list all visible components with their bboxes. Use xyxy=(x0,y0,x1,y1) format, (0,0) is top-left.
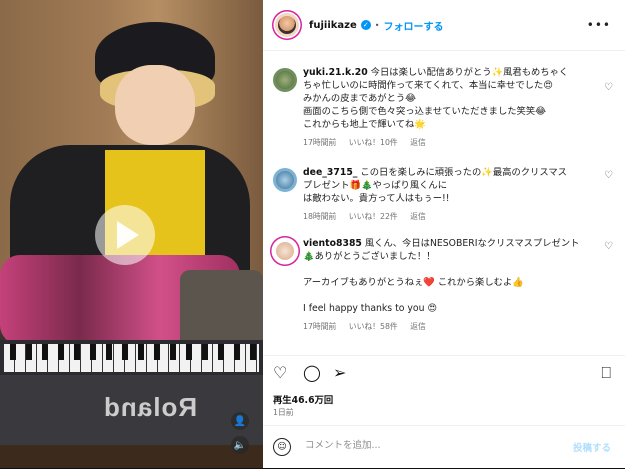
commenter-avatar[interactable] xyxy=(273,168,297,192)
comment-time: 17時間前 xyxy=(303,322,337,331)
commenter-username[interactable]: dee_3715_ xyxy=(303,167,357,178)
share-icon[interactable]: ➢ xyxy=(333,363,346,382)
like-icon[interactable]: ♡ xyxy=(273,363,287,382)
comment-text: 今日は楽しい配信ありがとう✨風君もめちゃく xyxy=(370,67,569,78)
comment-body: dee_3715_ この日を楽しみに頑張ったの✨最高のクリスマス プレゼント🎁🎄… xyxy=(303,166,593,223)
comment-meta: 18時間前 いいね！22件 返信 xyxy=(303,210,593,223)
comment-text: これからも地上で輝いてね🌟 xyxy=(303,119,426,130)
comment-body: yuki.21.k.20 今日は楽しい配信ありがとう✨風君もめちゃく ちゃ忙しい… xyxy=(303,66,593,149)
video-cushion xyxy=(180,270,263,350)
view-count[interactable]: 再生46.6万回 xyxy=(273,392,333,406)
more-options-icon[interactable]: ••• xyxy=(587,18,611,32)
commenter-avatar[interactable] xyxy=(273,68,297,92)
emoji-icon[interactable]: ☺ xyxy=(273,438,291,456)
video-floor xyxy=(0,445,263,468)
comment-likes[interactable]: いいね！10件 xyxy=(349,138,398,147)
comment-text: 画面のこちら側で色々突っ込ませていただきました笑笑😂 xyxy=(303,106,547,117)
video-black-keys xyxy=(10,344,260,360)
comment-text: みかんの皮まであがとう😂 xyxy=(303,93,417,104)
comment-text: 🎄ありがとうございました！！ xyxy=(303,251,436,262)
comment-time: 18時間前 xyxy=(303,212,337,221)
post-header: fujiikaze ✓ • フォローする ••• xyxy=(263,0,625,51)
comment-meta: 17時間前 いいね！10件 返信 xyxy=(303,136,593,149)
commenter-username[interactable]: viento8385 xyxy=(303,238,362,249)
reply-button[interactable]: 返信 xyxy=(410,138,426,147)
like-comment-icon[interactable]: ♡ xyxy=(604,241,613,252)
like-comment-icon[interactable]: ♡ xyxy=(604,170,613,181)
follow-button[interactable]: フォローする xyxy=(383,18,443,33)
comment-text: ちゃ忙しいのに時間作って来てくれて、本当に幸せでした😍 xyxy=(303,80,553,91)
commenter-avatar[interactable] xyxy=(273,239,297,263)
play-icon xyxy=(117,221,139,249)
like-comment-icon[interactable]: ♡ xyxy=(604,82,613,93)
video-brand-logo: Roland xyxy=(103,392,198,422)
comment-text: アーカイブもありがとうねぇ❤️ これから楽しむよ👍 xyxy=(303,277,524,288)
author-avatar[interactable] xyxy=(275,13,299,37)
bookmark-icon[interactable]: ⎕ xyxy=(601,363,611,383)
video-player[interactable]: Roland 🔈 👤 xyxy=(0,0,263,468)
video-face xyxy=(115,65,195,145)
comment-meta: 17時間前 いいね！58件 返信 xyxy=(303,320,593,333)
reply-button[interactable]: 返信 xyxy=(410,212,426,221)
comment-likes[interactable]: いいね！22件 xyxy=(349,212,398,221)
comment-text: プレゼント🎁🎄やっぱり風くんに xyxy=(303,180,448,191)
play-button[interactable] xyxy=(95,205,155,265)
separator-dot: • xyxy=(374,20,380,30)
reply-button[interactable]: 返信 xyxy=(410,322,426,331)
comment-text: I feel happy thanks to you 😍 xyxy=(303,303,438,314)
comment-input[interactable] xyxy=(303,439,547,452)
comment-likes[interactable]: いいね！58件 xyxy=(349,322,398,331)
post-time[interactable]: 1日前 xyxy=(273,407,294,418)
verified-icon: ✓ xyxy=(360,20,371,30)
comment-list[interactable]: yuki.21.k.20 今日は楽しい配信ありがとう✨風君もめちゃく ちゃ忙しい… xyxy=(263,50,625,355)
comment-text: 風くん、今日はNESOBERIなクリスマスプレゼント xyxy=(364,238,580,249)
comment-text: は敵わない。貴方って人はもぅー!! xyxy=(303,193,450,204)
comment-icon[interactable]: ◯ xyxy=(303,363,321,382)
post-comment-button[interactable]: 投稿する xyxy=(573,440,611,454)
post-panel: fujiikaze ✓ • フォローする ••• yuki.21.k.20 今日… xyxy=(263,0,625,468)
mute-icon[interactable]: 🔈 xyxy=(231,436,249,454)
comment-body: viento8385 風くん、今日はNESOBERIなクリスマスプレゼント 🎄あ… xyxy=(303,237,593,333)
tag-icon[interactable]: 👤 xyxy=(231,412,249,430)
comment-text: この日を楽しみに頑張ったの✨最高のクリスマス xyxy=(360,167,567,178)
commenter-username[interactable]: yuki.21.k.20 xyxy=(303,67,368,78)
action-bar: ♡ ◯ ➢ ⎕ xyxy=(263,355,625,386)
author-username[interactable]: fujiikaze xyxy=(309,20,357,31)
comment-time: 17時間前 xyxy=(303,138,337,147)
add-comment-bar: ☺ 投稿する xyxy=(263,425,625,469)
